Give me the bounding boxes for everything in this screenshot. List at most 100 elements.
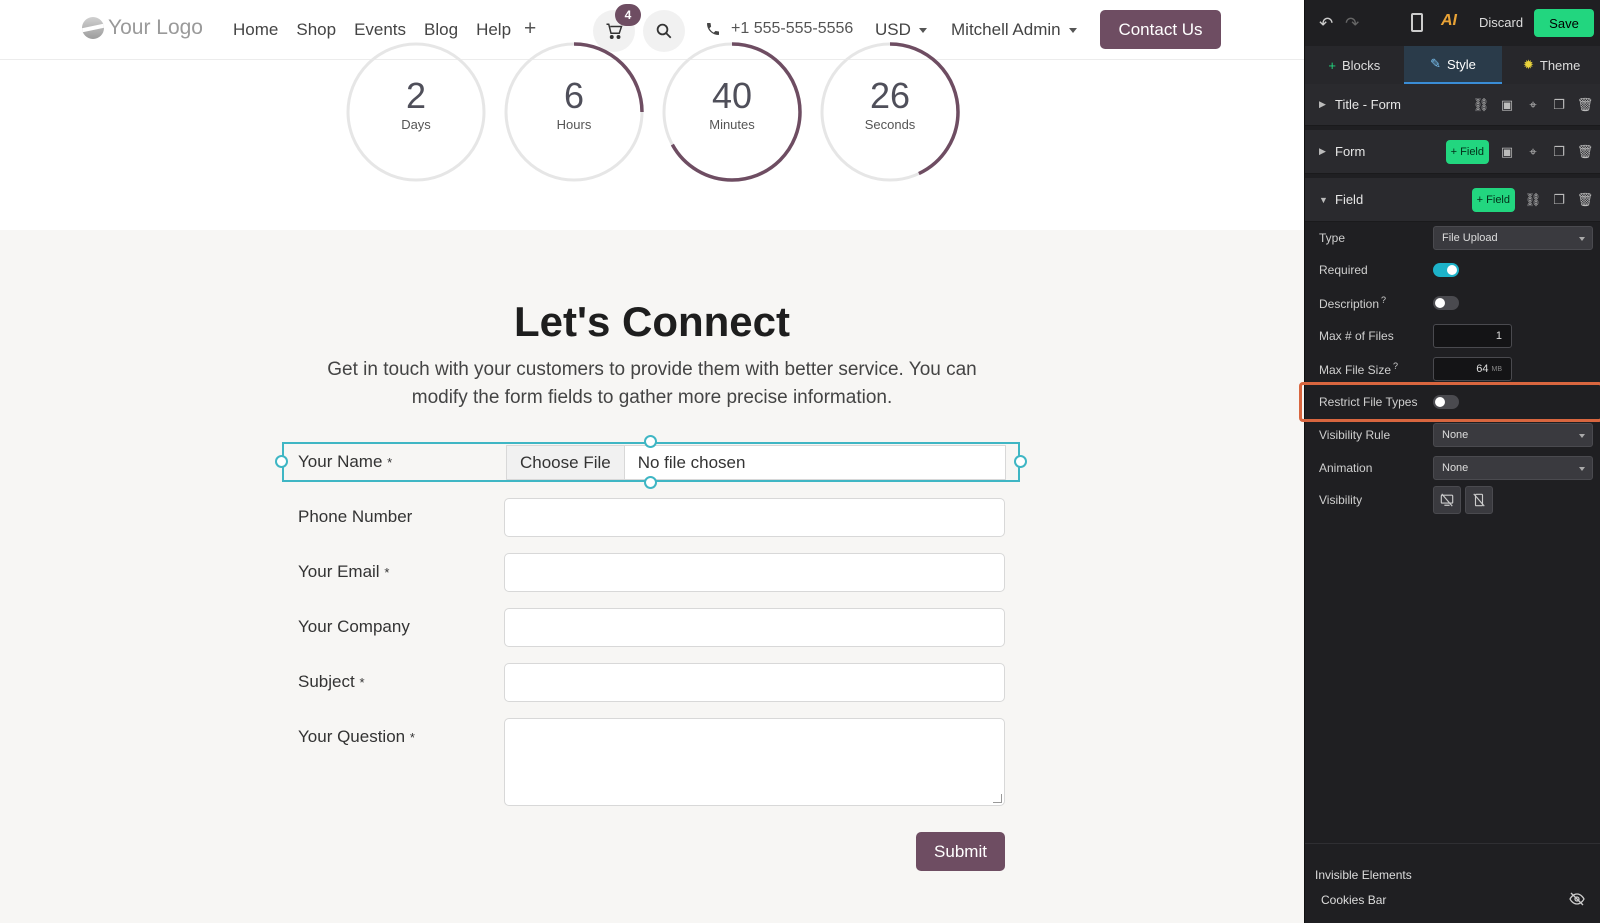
field-label: Your Name * [298,452,392,472]
section-field-label: Field [1335,192,1364,207]
hide-mobile-button[interactable] [1465,486,1493,514]
gear-icon: ✹ [1522,57,1534,72]
subject-input[interactable] [504,663,1005,702]
select-icon[interactable]: ⌖ [1525,144,1541,160]
link-icon[interactable]: ⛓ [1473,97,1490,113]
your-email-input[interactable] [504,553,1005,592]
option-animation: Animation None [1305,452,1600,484]
option-restrict-file-types: Restrict File Types [1305,386,1600,418]
hide-desktop-button[interactable] [1433,486,1461,514]
required-marker: * [384,565,390,580]
duplicate-icon[interactable]: ❐ [1551,144,1567,160]
form-row-your-email: Your Email * [298,553,1006,593]
eye-off-icon[interactable] [1569,892,1585,909]
max-file-size-input[interactable]: 64 MB [1433,357,1512,381]
nav-item-events[interactable]: Events [354,20,406,40]
contact-us-button[interactable]: Contact Us [1100,10,1221,49]
invisible-item-cookies-bar[interactable]: Cookies Bar [1321,893,1386,907]
choose-file-button[interactable]: Choose File [507,446,625,479]
required-toggle[interactable] [1433,263,1459,277]
field-label-text: Your Name [298,452,383,471]
help-icon[interactable]: ? [1393,361,1398,371]
field-label-text: Subject [298,672,355,691]
site-logo[interactable]: Your Logo [82,16,203,40]
resize-grip-icon[interactable] [993,794,1002,803]
resize-handle-top[interactable] [644,435,657,448]
your-question-textarea[interactable] [504,718,1005,806]
nav-item-help[interactable]: Help [476,20,511,40]
field-label: Your Company [298,617,410,637]
help-icon[interactable]: ? [1381,295,1386,305]
option-description: Description? [1305,287,1600,319]
discard-button[interactable]: Discard [1479,15,1523,30]
option-max-files: Max # of Files 1 [1305,320,1600,352]
plus-icon: + [1328,57,1336,73]
nav-item-blog[interactable]: Blog [424,20,458,40]
duplicate-icon[interactable]: ❐ [1551,192,1567,208]
field-label-text: Your Question [298,727,406,746]
delete-icon[interactable]: 🗑 [1577,97,1594,113]
mobile-preview-icon[interactable] [1411,13,1423,32]
type-select[interactable]: File Upload [1433,226,1593,250]
resize-handle-right[interactable] [1014,455,1027,468]
nav-item-home[interactable]: Home [233,20,278,40]
tab-blocks[interactable]: + Blocks [1305,46,1404,84]
select-icon[interactable]: ⌖ [1525,97,1541,113]
file-upload-input[interactable]: Choose File No file chosen [506,445,1006,480]
duplicate-icon[interactable]: ❐ [1551,97,1567,113]
tab-style[interactable]: ✎ Style [1403,46,1503,84]
countdown-value: 40 [711,75,753,116]
max-files-value: 1 [1495,330,1502,342]
add-menu-item-button[interactable]: + [524,17,536,41]
resize-handle-left[interactable] [275,455,288,468]
currency-dropdown[interactable]: USD [875,20,927,40]
delete-icon[interactable]: 🗑 [1577,144,1594,160]
navbar: Your Logo Home Shop Events Blog Help + 4… [0,0,1304,60]
redo-icon[interactable]: ↷ [1345,14,1359,34]
phone-icon [707,23,719,35]
required-marker: * [409,730,415,745]
submit-button[interactable]: Submit [916,832,1005,871]
visibility-rule-select[interactable]: None [1433,423,1593,447]
countdown-minutes: 40 Minutes [661,41,803,183]
countdown-label: Minutes [709,117,755,132]
add-field-button[interactable]: + Field [1471,188,1515,212]
section-title-form[interactable]: ▶ Title - Form ⛓ ▣ ⌖ ❐ 🗑 [1305,84,1600,126]
phone-link[interactable]: +1 555-555-5556 [705,20,853,38]
section-form[interactable]: ▶ Form + Field ▣ ⌖ ❐ 🗑 [1305,130,1600,174]
user-menu[interactable]: Mitchell Admin [951,20,1077,40]
nav-item-shop[interactable]: Shop [296,20,336,40]
your-company-input[interactable] [504,608,1005,647]
max-size-label-text: Max File Size [1319,363,1392,377]
user-name: Mitchell Admin [951,20,1061,39]
tab-theme[interactable]: ✹ Theme [1502,46,1600,84]
countdown-label: Days [401,117,431,132]
tab-blocks-label: Blocks [1341,57,1381,73]
animation-select[interactable]: None [1433,456,1593,480]
save-button[interactable]: Save [1534,9,1594,37]
section-field[interactable]: ▼ Field + Field ⛓ ❐ 🗑 [1305,178,1600,222]
option-visibility-label: Visibility [1319,493,1363,507]
expand-arrow-icon: ▶ [1319,99,1326,109]
save-snippet-icon[interactable]: ▣ [1499,97,1515,113]
option-max-files-label: Max # of Files [1319,329,1394,343]
desktop-hidden-icon [1440,493,1454,507]
ai-icon[interactable]: AI [1441,12,1457,30]
max-size-unit: MB [1491,365,1503,373]
add-field-button[interactable]: + Field [1445,140,1489,164]
logo-mark-icon [82,17,104,39]
resize-handle-bottom[interactable] [644,476,657,489]
undo-icon[interactable]: ↶ [1319,14,1333,34]
save-snippet-icon[interactable]: ▣ [1499,144,1515,160]
section-form-label: Form [1335,144,1366,159]
delete-icon[interactable]: 🗑 [1577,192,1594,208]
restrict-file-types-toggle[interactable] [1433,395,1459,409]
selected-field-frame[interactable]: Your Name * Choose File No file chosen [275,435,1027,489]
option-visibility: Visibility [1305,484,1600,516]
required-marker: * [387,455,393,470]
link-icon[interactable]: ⛓ [1525,192,1542,208]
max-files-input[interactable]: 1 [1433,324,1512,348]
description-toggle[interactable] [1433,296,1459,310]
phone-number-input[interactable] [504,498,1005,537]
field-label: Your Email * [298,562,389,582]
